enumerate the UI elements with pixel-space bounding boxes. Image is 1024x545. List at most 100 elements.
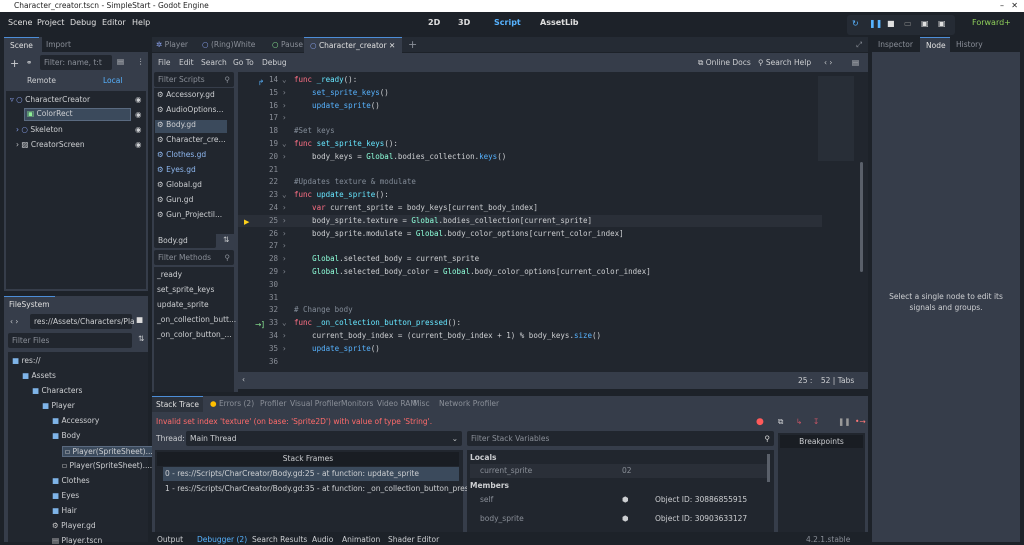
line-number[interactable]: 20	[240, 151, 278, 163]
visibility-icon[interactable]: ◉	[135, 140, 142, 149]
file-tree-item[interactable]: ■ Player	[42, 401, 75, 410]
menu-debug[interactable]: Debug	[70, 18, 96, 27]
search-help-button[interactable]: ⚲ Search Help	[758, 58, 811, 67]
tree-node-charactercreator[interactable]: ▿ ○ CharacterCreator	[10, 95, 90, 104]
filter-stack-variables-input[interactable]: Filter Stack Variables ⚲	[467, 431, 774, 446]
link-icon[interactable]: ⚭	[26, 58, 32, 67]
script-item[interactable]: ⚙ Global.gd	[155, 180, 227, 193]
path-field[interactable]: res://Assets/Characters/Pla	[30, 314, 135, 329]
line-number[interactable]: 15	[240, 87, 278, 99]
tab-ringwhite[interactable]: ○ (Ring)White	[202, 37, 255, 52]
tab-pause[interactable]: ○ Pause	[272, 37, 303, 52]
line-number[interactable]: 30	[240, 279, 278, 291]
add-tab-button[interactable]: +	[408, 37, 417, 52]
minimize-button[interactable]: –	[1000, 0, 1004, 12]
script-item[interactable]: ⚙ AudioOptions...	[155, 105, 227, 118]
script-item[interactable]: ⚙ Body.gd	[155, 120, 227, 133]
menu-editor[interactable]: Editor	[102, 18, 126, 27]
line-number[interactable]: 26	[240, 228, 278, 240]
line-number[interactable]: 17	[240, 112, 278, 124]
line-number[interactable]: 36	[240, 356, 278, 368]
copy-icon[interactable]: ⧉	[778, 417, 783, 427]
tab-debugger[interactable]: Debugger (2)	[197, 535, 247, 544]
script-menu-goto[interactable]: Go To	[233, 58, 254, 67]
sort-methods-icon[interactable]: ⇅	[223, 235, 229, 244]
visibility-icon[interactable]: ◉	[135, 110, 142, 119]
split-view-icon[interactable]: ■	[136, 315, 143, 324]
method-item[interactable]: _on_collection_butt...	[157, 315, 236, 324]
record-icon[interactable]: ●	[756, 417, 764, 427]
method-item[interactable]: update_sprite	[157, 300, 209, 309]
line-number[interactable]: 22	[240, 176, 278, 188]
toggle-scripts-icon[interactable]: ‹	[242, 375, 245, 384]
line-number[interactable]: 34	[240, 330, 278, 342]
line-number[interactable]: 24	[240, 202, 278, 214]
workspace-2d[interactable]: 2D	[428, 18, 440, 27]
remote-debug-icon[interactable]: ▭	[904, 19, 912, 28]
line-number[interactable]: 25	[240, 215, 278, 227]
line-number[interactable]: 28	[240, 253, 278, 265]
tab-output[interactable]: Output	[157, 535, 183, 544]
line-number[interactable]: 23	[240, 189, 278, 201]
file-tree-item[interactable]: ■ Body	[52, 431, 80, 440]
method-item[interactable]: _ready	[157, 270, 182, 279]
scene-filter-input[interactable]: Filter: name, t:t	[40, 55, 112, 70]
debugger-tab-4[interactable]: Monitors	[337, 396, 377, 411]
step-over-icon[interactable]: ↧	[813, 417, 819, 426]
sort-icon[interactable]: ⇅	[138, 334, 144, 343]
stack-frame-row[interactable]: 1 - res://Scripts/CharCreator/Body.gd:35…	[165, 482, 480, 496]
line-number[interactable]: 16	[240, 100, 278, 112]
script-item[interactable]: ⚙ Accessory.gd	[155, 90, 227, 103]
renderer-select[interactable]: Forward+	[972, 18, 1011, 27]
debugger-tab-6[interactable]: Misc	[409, 396, 434, 411]
workspace-script[interactable]: Script	[494, 18, 521, 27]
line-number[interactable]: 32	[240, 304, 278, 316]
line-number[interactable]: 18	[240, 125, 278, 137]
script-menu-file[interactable]: File	[158, 58, 171, 67]
distraction-free-icon[interactable]: ⤢	[856, 37, 862, 52]
nav-back-forward-icon[interactable]: ‹ ›	[10, 317, 18, 326]
file-tree-item[interactable]: ■ res://	[12, 356, 41, 365]
play-scene-icon[interactable]: ▣	[921, 19, 929, 28]
tab-node[interactable]: Node	[920, 37, 952, 53]
fold-indent-icon[interactable]: ⌄	[282, 138, 294, 150]
attach-script-icon[interactable]: ▤	[117, 57, 124, 66]
step-into-icon[interactable]: ↳	[796, 417, 802, 426]
filter-methods-input[interactable]: Filter Methods ⚲	[154, 250, 234, 265]
tab-shader-editor[interactable]: Shader Editor	[388, 535, 439, 544]
var-value[interactable]: Object ID: 30903633127	[655, 514, 747, 523]
var-value[interactable]: Object ID: 30886855915	[655, 495, 747, 504]
workspace-3d[interactable]: 3D	[458, 18, 470, 27]
remote-button[interactable]: Remote	[27, 76, 56, 85]
continue-icon[interactable]: •→	[855, 417, 866, 426]
debugger-tab-7[interactable]: Network Profiler	[435, 396, 503, 411]
method-item[interactable]: set_sprite_keys	[157, 285, 214, 294]
debugger-tab-1[interactable]: ● Errors (2)	[206, 396, 258, 411]
tab-scene[interactable]: Scene	[4, 37, 39, 53]
fold-indent-icon[interactable]: ⌄	[282, 317, 294, 329]
file-tree-item[interactable]: ▫ Player(SpriteSheet)...	[62, 446, 156, 457]
script-item[interactable]: ⚙ Character_cre...	[155, 135, 227, 148]
script-item[interactable]: ⚙ Gun_Projectil...	[155, 210, 227, 223]
script-menu-search[interactable]: Search	[201, 58, 227, 67]
file-tree-item[interactable]: ▤ Player.tscn	[52, 536, 102, 545]
filter-files-input[interactable]: Filter Files	[8, 333, 132, 348]
file-tree-item[interactable]: ▫ Player(SpriteSheet)....	[62, 461, 152, 470]
filter-scripts-input[interactable]: Filter Scripts ⚲	[154, 72, 234, 87]
tree-node-skeleton[interactable]: › ○ Skeleton	[16, 125, 63, 134]
menu-scene[interactable]: Scene	[8, 18, 32, 27]
pause-icon[interactable]: ❚❚	[869, 19, 882, 28]
file-tree-item[interactable]: ■ Clothes	[52, 476, 90, 485]
file-tree-item[interactable]: ■ Eyes	[52, 491, 79, 500]
workspace-assetlib[interactable]: AssetLib	[540, 18, 579, 27]
file-tree-item[interactable]: ■ Characters	[32, 386, 82, 395]
history-nav-icon[interactable]: ‹ ›	[824, 58, 832, 67]
online-docs-button[interactable]: ⧉ Online Docs	[698, 58, 751, 68]
line-number[interactable]: 35	[240, 343, 278, 355]
tab-player[interactable]: ✲ Player	[156, 37, 188, 52]
fold-indent-icon[interactable]: ⌄	[282, 189, 294, 201]
tree-node-colorrect[interactable]: ▣ ColorRect	[24, 108, 131, 121]
menu-project[interactable]: Project	[37, 18, 64, 27]
tab-import[interactable]: Import	[42, 37, 148, 52]
minimap[interactable]	[818, 76, 854, 161]
